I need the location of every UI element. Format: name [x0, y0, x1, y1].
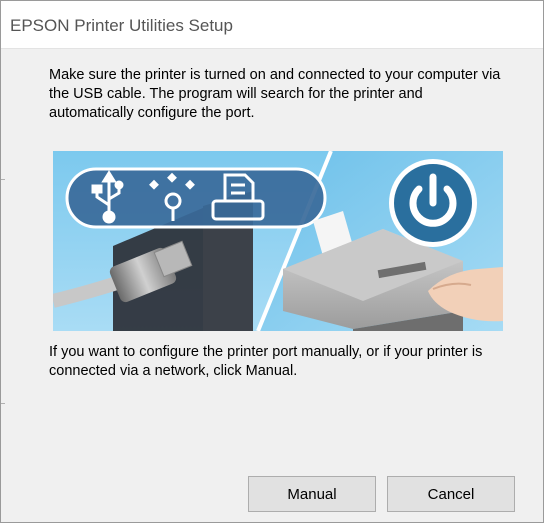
power-icon: [389, 159, 477, 247]
window-edge-line: [1, 403, 5, 404]
window-edge-line: [1, 179, 5, 180]
cancel-button[interactable]: Cancel: [387, 476, 515, 512]
connection-illustration: [53, 151, 503, 331]
window-title: EPSON Printer Utilities Setup: [10, 16, 233, 35]
title-bar[interactable]: EPSON Printer Utilities Setup: [1, 1, 543, 49]
manual-button[interactable]: Manual: [248, 476, 376, 512]
manual-message: If you want to configure the printer por…: [49, 344, 483, 379]
intro-message: Make sure the printer is turned on and c…: [49, 67, 501, 121]
setup-dialog: EPSON Printer Utilities Setup Make sure …: [0, 0, 544, 523]
